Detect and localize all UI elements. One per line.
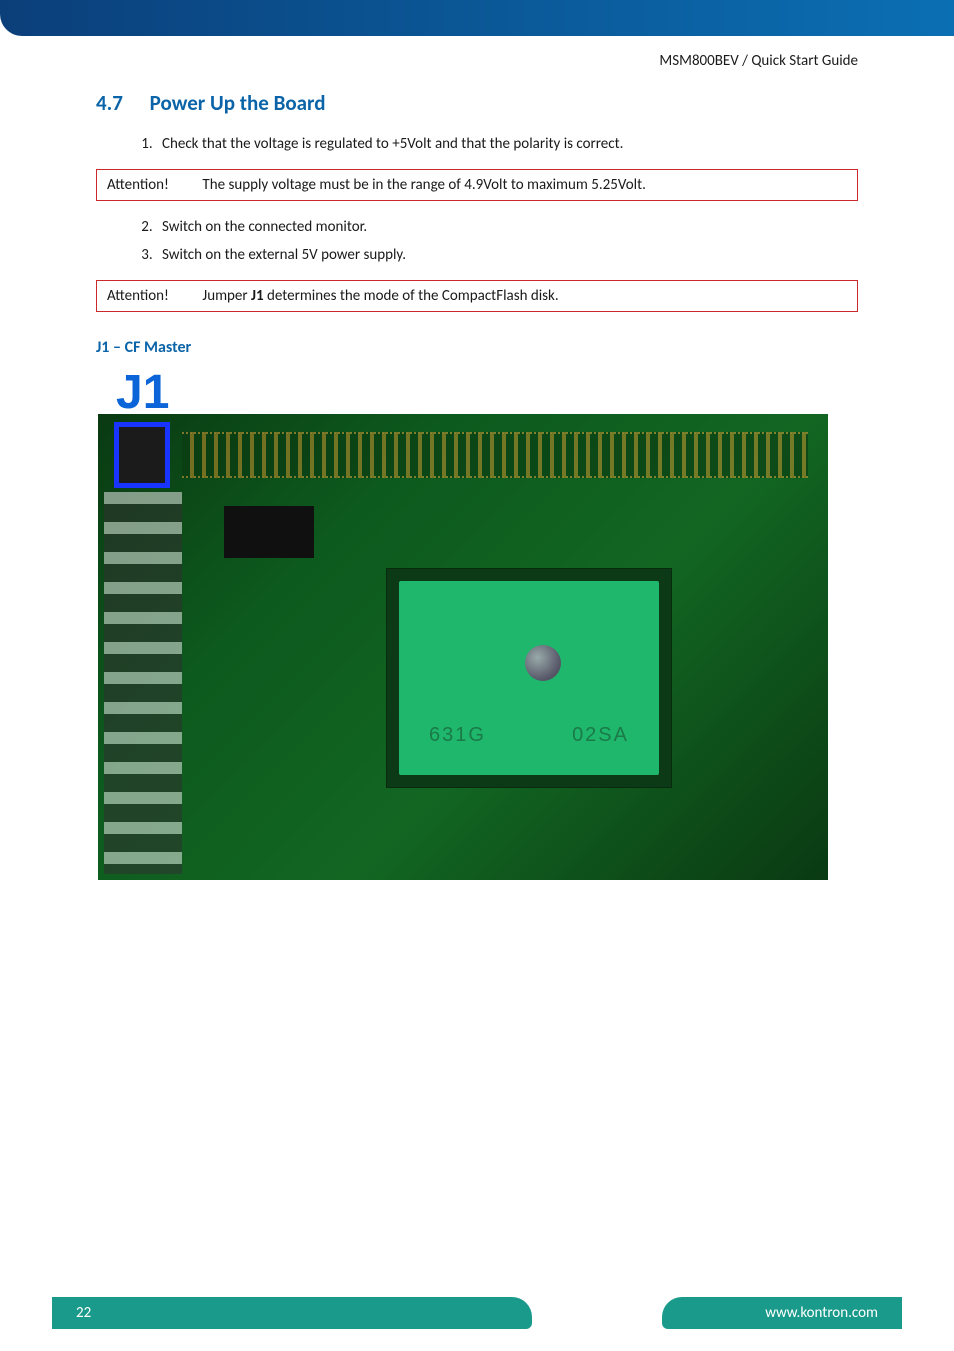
jumper-callout-label: J1 bbox=[116, 365, 858, 420]
chip-rivet-icon bbox=[525, 645, 561, 681]
main-chip: 631G 02SA bbox=[386, 568, 672, 788]
header-doc-title: MSM800BEV / Quick Start Guide bbox=[659, 52, 858, 70]
step-item: Switch on the external 5V power supply. bbox=[156, 241, 858, 270]
section-number: 4.7 bbox=[96, 90, 123, 116]
footer-url-value: www.kontron.com bbox=[765, 1304, 878, 1322]
footer-url: www.kontron.com bbox=[662, 1297, 902, 1329]
step-item: Check that the voltage is regulated to +… bbox=[156, 130, 858, 159]
attention-text: The supply voltage must be in the range … bbox=[202, 176, 646, 194]
ic-black bbox=[224, 506, 314, 558]
attention-box-jumper: Attention! Jumper J1 determines the mode… bbox=[96, 280, 858, 312]
attention-label: Attention! bbox=[107, 287, 199, 305]
page-number-value: 22 bbox=[76, 1304, 91, 1322]
subheading-j1: J1 – CF Master bbox=[96, 338, 858, 357]
chip-marking-right: 02SA bbox=[572, 724, 629, 747]
footer-page-number: 22 bbox=[52, 1297, 532, 1329]
header-pins-top bbox=[182, 432, 808, 478]
page-footer: 22 www.kontron.com bbox=[52, 1297, 902, 1329]
chip-marking-left: 631G bbox=[429, 724, 486, 747]
board-photo: 631G 02SA bbox=[98, 414, 828, 880]
j1-highlight-box bbox=[114, 422, 170, 488]
edge-connector-left bbox=[104, 492, 182, 874]
step-item: Switch on the connected monitor. bbox=[156, 213, 858, 242]
steps-list-2: Switch on the connected monitor. Switch … bbox=[156, 213, 858, 270]
section-title: Power Up the Board bbox=[150, 90, 326, 116]
attention-box-voltage: Attention! The supply voltage must be in… bbox=[96, 169, 858, 201]
chip-core: 631G 02SA bbox=[399, 581, 659, 775]
attention-label: Attention! bbox=[107, 176, 199, 194]
section-heading: 4.7 Power Up the Board bbox=[96, 90, 858, 116]
top-accent-bar bbox=[0, 0, 954, 36]
page-content: 4.7 Power Up the Board Check that the vo… bbox=[96, 90, 858, 880]
attention-text-bold: J1 bbox=[251, 287, 264, 305]
steps-list-1: Check that the voltage is regulated to +… bbox=[156, 130, 858, 159]
attention-text-prefix: Jumper bbox=[202, 287, 251, 305]
attention-text-suffix: determines the mode of the CompactFlash … bbox=[264, 287, 559, 305]
